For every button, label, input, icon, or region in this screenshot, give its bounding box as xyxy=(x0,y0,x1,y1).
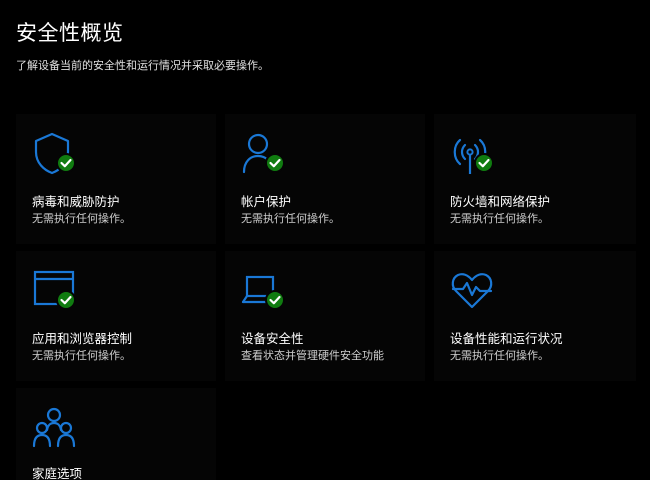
tile-label: 应用和浏览器控制 xyxy=(32,331,133,346)
tile-label: 设备性能和运行状况 xyxy=(450,331,563,346)
tile-label: 帐户保护 xyxy=(241,194,292,209)
tile-label: 家庭选项 xyxy=(32,466,83,480)
page-subtitle: 了解设备当前的安全性和运行情况并采取必要操作。 xyxy=(16,59,269,72)
browser-window-icon xyxy=(32,269,80,317)
tile-status: 无需执行任何操作。 xyxy=(241,212,340,225)
tile-app-browser-control[interactable]: 应用和浏览器控制 无需执行任何操作。 xyxy=(16,251,216,381)
tile-label: 设备安全性 xyxy=(241,331,304,346)
wifi-antenna-icon xyxy=(450,132,498,180)
shield-icon xyxy=(32,132,80,180)
tile-account-protection[interactable]: 帐户保护 无需执行任何操作。 xyxy=(225,114,425,244)
tile-label: 防火墙和网络保护 xyxy=(450,194,551,209)
page-title: 安全性概览 xyxy=(16,21,124,45)
tile-device-performance-health[interactable]: 设备性能和运行状况 无需执行任何操作。 xyxy=(434,251,636,381)
tile-family-options[interactable]: 家庭选项 xyxy=(16,388,216,480)
laptop-icon xyxy=(241,269,289,317)
tile-device-security[interactable]: 设备安全性 查看状态并管理硬件安全功能 xyxy=(225,251,425,381)
account-icon xyxy=(241,132,289,180)
tile-status: 无需执行任何操作。 xyxy=(450,349,549,362)
tile-label: 病毒和威胁防护 xyxy=(32,194,120,209)
tile-status: 无需执行任何操作。 xyxy=(450,212,549,225)
tile-status: 无需执行任何操作。 xyxy=(32,349,131,362)
tile-virus-threat-protection[interactable]: 病毒和威胁防护 无需执行任何操作。 xyxy=(16,114,216,244)
security-overview-page: 安全性概览 了解设备当前的安全性和运行情况并采取必要操作。 病毒和威胁防护 无需… xyxy=(0,0,650,480)
heart-pulse-icon xyxy=(450,269,498,317)
tile-status: 查看状态并管理硬件安全功能 xyxy=(241,349,384,362)
tile-status: 无需执行任何操作。 xyxy=(32,212,131,225)
family-icon xyxy=(32,406,80,454)
tile-firewall-network-protection[interactable]: 防火墙和网络保护 无需执行任何操作。 xyxy=(434,114,636,244)
